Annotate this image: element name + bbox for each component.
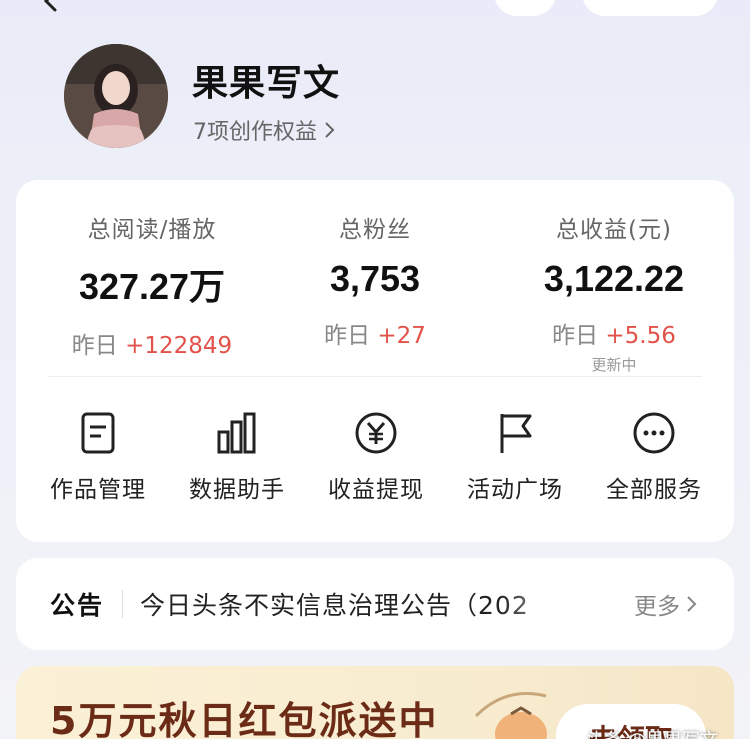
stat-label: 总收益(元) <box>556 217 672 243</box>
bar-chart-icon <box>217 412 256 454</box>
flag-icon <box>500 414 532 453</box>
divider <box>122 590 123 618</box>
more-label: 更多 <box>634 594 680 620</box>
top-bar <box>0 0 750 20</box>
stat-total-reads[interactable]: 总阅读/播放 327.27万 昨日 +122849 <box>32 210 272 360</box>
chevron-right-icon <box>687 596 697 612</box>
stat-label: 总阅读/播放 <box>87 217 217 243</box>
action-label: 全部服务 <box>606 477 702 503</box>
action-label: 数据助手 <box>189 477 285 503</box>
action-all-services[interactable]: 全部服务 <box>584 410 724 504</box>
yuan-icon <box>355 412 397 454</box>
action-works-manage[interactable]: 作品管理 <box>28 410 168 504</box>
promo-banner[interactable]: 5万元秋日红包派送中 去领取 头条 @果果写文 <box>16 666 734 739</box>
benefits-label: 7项创作权益 <box>193 120 317 145</box>
announcement-card[interactable]: 公告 今日头条不实信息治理公告（202 更多 <box>16 558 734 650</box>
avatar[interactable] <box>64 44 168 148</box>
action-data-assistant[interactable]: 数据助手 <box>167 410 307 504</box>
stat-total-income[interactable]: 总收益(元) 3,122.22 昨日 +5.56 更新中 <box>494 210 734 375</box>
document-icon <box>81 412 115 454</box>
update-status: 更新中 <box>591 356 637 374</box>
announcement-text[interactable]: 今日头条不实信息治理公告（202 <box>140 586 590 622</box>
more-icon <box>633 412 675 454</box>
action-withdraw[interactable]: 收益提现 <box>306 410 446 504</box>
back-arrow-icon[interactable] <box>40 0 62 12</box>
stats-card: 总阅读/播放 327.27万 昨日 +122849 总粉丝 3,753 昨日 +… <box>16 180 734 542</box>
stat-value: 3,753 <box>329 258 421 299</box>
stat-total-fans[interactable]: 总粉丝 3,753 昨日 +27 <box>255 210 495 350</box>
top-icon-button[interactable] <box>494 0 556 16</box>
action-grid: 作品管理 数据助手 收益提现 活动广场 全部服务 <box>16 410 734 510</box>
watermark: 头条 @果果写文 <box>586 726 718 739</box>
more-link[interactable]: 更多 <box>634 587 698 621</box>
stat-delta: 昨日 +122849 <box>71 333 233 359</box>
action-label: 作品管理 <box>50 477 146 503</box>
top-pill-button[interactable] <box>582 0 718 16</box>
action-label: 收益提现 <box>328 477 424 503</box>
chevron-right-icon <box>325 122 335 138</box>
action-activity-square[interactable]: 活动广场 <box>445 410 585 504</box>
promo-title: 5万元秋日红包派送中 <box>50 699 439 739</box>
stat-value: 327.27万 <box>78 266 226 307</box>
benefits-link[interactable]: 7项创作权益 <box>193 114 337 146</box>
stat-label: 总粉丝 <box>339 217 411 243</box>
username: 果果写文 <box>192 63 341 104</box>
divider <box>48 376 702 377</box>
stat-delta: 昨日 +27 <box>324 323 426 349</box>
announcement-label: 公告 <box>50 591 105 620</box>
action-label: 活动广场 <box>467 477 563 503</box>
stat-delta: 昨日 +5.56 <box>552 323 676 349</box>
stat-value: 3,122.22 <box>543 258 685 299</box>
